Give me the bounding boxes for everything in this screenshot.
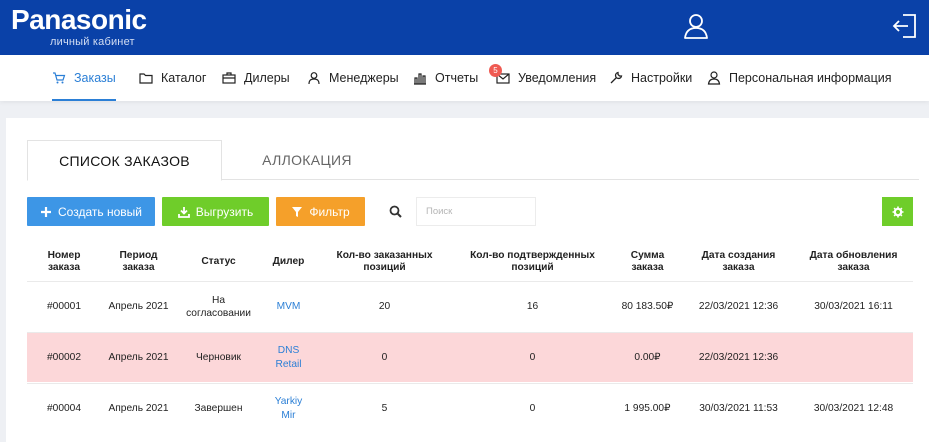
filter-icon [292,206,303,217]
table-header: Номер заказа Период заказа Статус Дилер … [27,242,913,281]
managers-icon [308,72,320,85]
confirmed-count: 16 [526,300,539,312]
nav-item-notifications[interactable]: 5 Уведомления [489,55,597,101]
folder-icon [139,73,153,84]
order-status: Черновик [196,351,241,363]
column-header[interactable]: Дилер [261,242,316,281]
nav-label: Отчеты [435,71,479,85]
cart-icon [53,72,66,84]
dealer-link[interactable]: Yarkiy Mir [261,384,316,434]
export-button[interactable]: Выгрузить [162,197,269,226]
brand-logo[interactable]: Panasonic [11,4,147,36]
search-input[interactable] [416,197,536,226]
confirmed-count: 0 [529,402,536,414]
order-sum: 1 995.00₽ [624,402,671,414]
column-header[interactable]: Период заказа [101,242,176,281]
order-period: Апрель 2021 [108,300,169,312]
dealer-link[interactable]: DNS Retail [261,333,316,383]
create-order-button[interactable]: Создать новый [27,197,155,226]
export-label: Выгрузить [195,204,254,219]
filter-button[interactable]: Фильтр [276,197,365,226]
top-header: Panasonic личный кабинет [0,0,929,55]
wrench-icon [610,71,623,84]
updated-date: 30/03/2021 16:11 [814,300,893,312]
nav-label: Персональная информация [729,71,892,85]
order-status: Завершен [194,402,243,414]
order-period: Апрель 2021 [108,351,169,363]
column-header[interactable]: Дата создания заказа [683,242,794,281]
order-period: Апрель 2021 [108,402,169,414]
nav-item-personal[interactable]: Персональная информация [707,55,892,101]
logout-icon[interactable] [891,12,919,40]
nav-label: Уведомления [518,71,597,85]
column-header[interactable]: Кол-во подтвержденных позиций [453,242,612,281]
gear-icon [892,206,903,217]
ordered-count: 5 [381,402,388,414]
tab-allocation[interactable]: АЛЛОКАЦИЯ [222,140,392,180]
bar-chart-icon [414,73,426,85]
filter-label: Фильтр [309,204,350,219]
ordered-count: 20 [378,300,391,312]
search-box [375,197,536,226]
column-header[interactable]: Кол-во заказанных позиций [316,242,453,281]
main-nav: Заказы Каталог Дилеры Менеджеры Отчеты 5… [0,55,929,101]
table-row[interactable]: #00004 Апрель 2021 Завершен Yarkiy Mir 5… [27,383,913,433]
search-icon [389,205,402,218]
column-header[interactable]: Дата обновления заказа [794,242,913,281]
nav-label: Менеджеры [329,71,399,85]
table-row[interactable]: #00002 Апрель 2021 Черновик DNS Retail 0… [27,332,913,382]
nav-item-settings[interactable]: Настройки [609,55,692,101]
updated-date [794,333,913,383]
brand-subtitle: личный кабинет [50,36,135,48]
nav-label: Каталог [161,71,207,85]
order-sum: 0.00₽ [634,351,661,363]
nav-label: Настройки [631,71,693,85]
tab-orders-list[interactable]: СПИСОК ЗАКАЗОВ [27,140,222,181]
notification-badge: 5 [489,64,502,77]
column-header[interactable]: Номер заказа [27,242,101,281]
nav-item-catalog[interactable]: Каталог [139,55,206,101]
person-icon [707,71,721,85]
column-header[interactable]: Статус [176,242,261,281]
download-icon [177,206,190,218]
nav-item-orders[interactable]: Заказы [52,55,116,101]
plus-icon [41,206,52,217]
create-order-label: Создать новый [58,204,142,219]
dealer-link[interactable]: MVM [261,282,316,332]
order-sum: 80 183.50₽ [621,300,674,312]
nav-item-dealers[interactable]: Дилеры [222,55,290,101]
orders-card: СПИСОК ЗАКАЗОВ АЛЛОКАЦИЯ Создать новый В… [6,118,929,442]
briefcase-icon [222,72,236,84]
confirmed-count: 0 [529,351,536,363]
nav-label: Дилеры [244,71,290,85]
updated-date: 30/03/2021 12:48 [813,402,894,414]
column-header[interactable]: Сумма заказа [612,242,683,281]
created-date: 22/03/2021 12:36 [698,300,779,312]
order-number[interactable]: #00002 [27,333,101,383]
order-status: На согласовании [186,294,251,319]
user-icon[interactable] [682,12,710,40]
nav-item-managers[interactable]: Менеджеры [307,55,399,101]
ordered-count: 0 [381,351,388,363]
order-number[interactable]: #00001 [27,282,101,332]
order-number[interactable]: #00004 [27,384,101,434]
created-date: 30/03/2021 11:53 [699,402,778,414]
table-row[interactable]: #00001 Апрель 2021 На согласовании MVM 2… [27,281,913,331]
nav-item-reports[interactable]: Отчеты [413,55,478,101]
nav-label: Заказы [74,71,116,85]
tabs-bar: СПИСОК ЗАКАЗОВ АЛЛОКАЦИЯ [27,140,919,181]
table-settings-button[interactable] [882,197,913,226]
created-date: 22/03/2021 12:36 [698,351,779,363]
search-button[interactable] [375,197,415,226]
